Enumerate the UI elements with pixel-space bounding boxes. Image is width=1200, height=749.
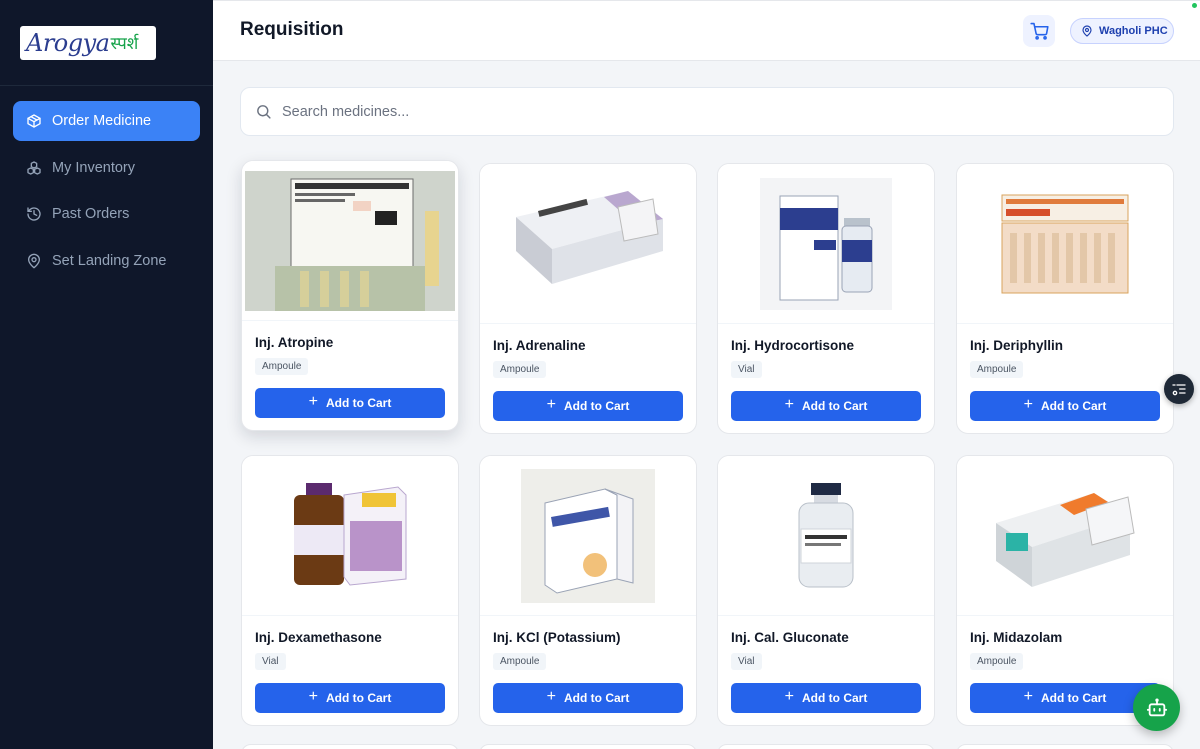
sidebar-nav: Order Medicine My Inventory Past Orders … <box>0 86 213 281</box>
product-form-badge: Vial <box>731 361 762 378</box>
search-bar <box>240 87 1174 136</box>
product-card-kcl[interactable]: Inj. KCl (Potassium) Ampoule + Add to Car… <box>479 455 697 726</box>
status-indicator <box>1192 3 1197 8</box>
product-name: Inj. KCl (Potassium) <box>493 630 621 645</box>
logo-sub-text: स्पर्श <box>110 34 139 54</box>
map-pin-icon <box>1082 25 1092 37</box>
sidebar-item-label: Set Landing Zone <box>52 252 167 269</box>
product-name: Inj. Cal. Gluconate <box>731 630 849 645</box>
product-image-atropine <box>242 161 458 321</box>
history-icon <box>26 206 42 222</box>
boxes-icon <box>26 160 42 176</box>
product-form-badge: Ampoule <box>970 653 1024 670</box>
plus-icon: + <box>308 393 318 410</box>
add-to-cart-button[interactable]: + Add to Cart <box>255 388 445 418</box>
search-icon <box>257 105 271 119</box>
sidebar-item-order-medicine[interactable]: Order Medicine <box>13 101 200 141</box>
add-to-cart-label: Add to Cart <box>564 691 630 705</box>
top-header: Requisition Wagholi PHC <box>213 0 1200 61</box>
add-to-cart-label: Add to Cart <box>326 691 392 705</box>
product-image-deriphyllin <box>957 164 1173 324</box>
chatbot-button[interactable] <box>1133 684 1180 731</box>
add-to-cart-label: Add to Cart <box>802 399 868 413</box>
product-form-badge: Ampoule <box>255 358 309 375</box>
location-selector[interactable]: Wagholi PHC <box>1070 18 1174 44</box>
add-to-cart-label: Add to Cart <box>326 396 392 410</box>
plus-icon: + <box>784 396 794 413</box>
product-card-atropine[interactable]: Inj. Atropine Ampoule + Add to Cart <box>241 160 459 431</box>
add-to-cart-button[interactable]: + Add to Cart <box>731 391 921 421</box>
product-name: Inj. Deriphyllin <box>970 338 1064 353</box>
product-form-badge: Ampoule <box>493 361 547 378</box>
product-form-badge: Ampoule <box>493 653 547 670</box>
product-card-partial <box>717 744 935 749</box>
add-to-cart-button[interactable]: + Add to Cart <box>731 683 921 713</box>
product-image-adrenaline <box>480 164 696 324</box>
add-to-cart-button[interactable]: + Add to Cart <box>493 391 683 421</box>
product-card-dexamethasone[interactable]: Inj. Dexamethasone Vial + Add to Cart <box>241 455 459 726</box>
product-image-kcl <box>480 456 696 616</box>
add-to-cart-label: Add to Cart <box>1041 399 1107 413</box>
product-name: Inj. Atropine <box>255 335 334 350</box>
map-pin-icon <box>26 253 42 269</box>
add-to-cart-button[interactable]: + Add to Cart <box>970 391 1160 421</box>
product-card-partial <box>956 744 1174 749</box>
add-to-cart-label: Add to Cart <box>564 399 630 413</box>
add-to-cart-label: Add to Cart <box>1041 691 1107 705</box>
sidebar-item-label: My Inventory <box>52 159 135 176</box>
add-to-cart-button[interactable]: + Add to Cart <box>970 683 1160 713</box>
plus-icon: + <box>308 688 318 705</box>
product-name: Inj. Adrenaline <box>493 338 586 353</box>
product-image-cal-gluconate <box>718 456 934 616</box>
product-card-hydrocortisone[interactable]: Inj. Hydrocortisone Vial + Add to Cart <box>717 163 935 434</box>
product-card-adrenaline[interactable]: Inj. Adrenaline Ampoule + Add to Cart <box>479 163 697 434</box>
plus-icon: + <box>784 688 794 705</box>
product-card-midazolam[interactable]: Inj. Midazolam Ampoule + Add to Cart <box>956 455 1174 726</box>
product-card-cal-gluconate[interactable]: Inj. Cal. Gluconate Vial + Add to Cart <box>717 455 935 726</box>
search-input[interactable] <box>282 103 1142 120</box>
app-logo[interactable]: Arogya स्पर्श <box>20 25 156 60</box>
logo-main-text: Arogya <box>26 28 110 57</box>
add-to-cart-button[interactable]: + Add to Cart <box>255 683 445 713</box>
product-name: Inj. Midazolam <box>970 630 1063 645</box>
bot-icon <box>1146 698 1167 716</box>
product-name: Inj. Dexamethasone <box>255 630 382 645</box>
location-label: Wagholi PHC <box>1099 25 1168 37</box>
product-image-midazolam <box>957 456 1173 616</box>
sidebar-item-label: Order Medicine <box>52 113 152 129</box>
sidebar: Arogya स्पर्श Order Medicine My Inventor… <box>0 0 213 749</box>
cart-button[interactable] <box>1023 15 1055 47</box>
floating-filter-button[interactable] <box>1164 374 1194 404</box>
sidebar-item-label: Past Orders <box>52 206 130 222</box>
product-card-partial <box>241 744 459 749</box>
product-form-badge: Vial <box>255 653 286 670</box>
product-form-badge: Vial <box>731 653 762 670</box>
product-form-badge: Ampoule <box>970 361 1024 378</box>
product-name: Inj. Hydrocortisone <box>731 338 855 353</box>
plus-icon: + <box>546 396 556 413</box>
add-to-cart-label: Add to Cart <box>802 691 868 705</box>
filter-list-icon <box>1172 384 1186 396</box>
plus-icon: + <box>1023 688 1033 705</box>
package-icon <box>26 113 42 129</box>
sidebar-item-my-inventory[interactable]: My Inventory <box>13 148 200 188</box>
shopping-cart-icon <box>1029 22 1049 40</box>
logo-area: Arogya स्पर्श <box>0 0 213 86</box>
product-card-partial <box>479 744 697 749</box>
page-title: Requisition <box>240 19 344 40</box>
product-card-deriphyllin[interactable]: Inj. Deriphyllin Ampoule + Add to Cart <box>956 163 1174 434</box>
add-to-cart-button[interactable]: + Add to Cart <box>493 683 683 713</box>
product-image-dexamethasone <box>242 456 458 616</box>
plus-icon: + <box>1023 396 1033 413</box>
sidebar-item-set-landing-zone[interactable]: Set Landing Zone <box>13 241 200 281</box>
product-image-hydrocortisone <box>718 164 934 324</box>
sidebar-item-past-orders[interactable]: Past Orders <box>13 194 200 234</box>
plus-icon: + <box>546 688 556 705</box>
